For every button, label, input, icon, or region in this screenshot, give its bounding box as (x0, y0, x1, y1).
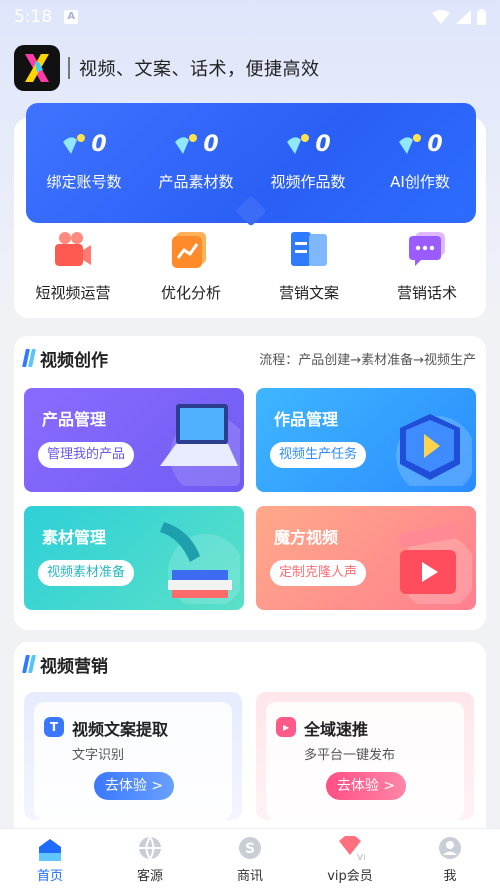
stat-value: 0 (315, 131, 331, 157)
stat-label: 产品素材数 (158, 173, 234, 191)
card-subtitle: 多平台一键发布 (304, 748, 396, 763)
dollar-icon: S (239, 837, 261, 859)
clapperboard-icon (398, 524, 472, 604)
tab-vip[interactable]: VIP vip会员 (300, 829, 400, 888)
laptop-icon (160, 404, 240, 486)
tab-business-news[interactable]: S 商讯 (200, 829, 300, 888)
section-bars-icon (22, 349, 36, 367)
quick-label: 营销话术 (396, 284, 457, 302)
tile-title: 魔方视频 (274, 528, 339, 547)
section-header: 视频营销 (14, 642, 486, 686)
quick-marketing-script[interactable]: 营销话术 (368, 228, 486, 312)
stat-product-materials[interactable]: 0 产品素材数 (140, 127, 252, 192)
stat-value: 0 (427, 131, 443, 157)
tile-pill-button[interactable]: 定制克隆人声 (270, 560, 367, 586)
slogan: 视频、文案、话术，便捷高效 (79, 59, 320, 80)
vip-diamond-icon: VIP (339, 836, 365, 861)
tile-title: 素材管理 (42, 528, 107, 547)
tab-customers[interactable]: 客源 (100, 829, 200, 888)
bottom-tab-bar: 首页 客源 S 商讯 VIP vip会员 我 (0, 828, 500, 888)
globe-icon (139, 836, 161, 860)
tile-works-management[interactable]: 作品管理 视频生产任务 (256, 388, 476, 492)
book-icon (291, 232, 327, 266)
quick-actions: 短视频运营 优化分析 营销文案 营销话术 (14, 228, 486, 312)
tab-label: 首页 (36, 869, 63, 884)
quick-marketing-copy[interactable]: 营销文案 (250, 228, 368, 312)
section-title: 视频营销 (40, 656, 108, 677)
app-logo[interactable] (14, 45, 60, 91)
gem-icon (287, 134, 310, 154)
tab-label: 我 (443, 869, 457, 884)
video-cube-icon (396, 414, 472, 486)
svg-text:S: S (245, 841, 255, 857)
video-camera-icon (55, 232, 91, 266)
home-icon (39, 839, 61, 861)
push-icon: ▸ (276, 717, 296, 737)
chart-icon (172, 232, 206, 268)
tab-label: 商讯 (236, 869, 263, 884)
tile-pill-button[interactable]: 视频素材准备 (38, 560, 135, 586)
stat-label: 绑定账号数 (46, 173, 122, 191)
card-title: 全域速推 (304, 720, 369, 739)
tile-title: 产品管理 (42, 410, 107, 429)
signal-icon (456, 10, 471, 24)
tab-label: vip会员 (327, 869, 373, 884)
stat-video-works[interactable]: 0 视频作品数 (252, 127, 364, 192)
status-time: 5:18 (14, 7, 53, 27)
quick-optimize-analysis[interactable]: 优化分析 (132, 228, 250, 312)
tile-title: 作品管理 (274, 410, 339, 429)
video-marketing-section: 视频营销 T 视频文案提取 文字识别 去体验 > ▸ 全域速推 多平台一键发布 … (14, 642, 486, 842)
tab-home[interactable]: 首页 (0, 829, 100, 888)
tile-magic-video[interactable]: 魔方视频 定制克隆人声 (256, 506, 476, 610)
tab-me[interactable]: 我 (400, 829, 500, 888)
section-bars-icon (22, 655, 36, 673)
chat-icon (409, 232, 445, 266)
quick-label: 营销文案 (278, 284, 339, 302)
notification-icon: A (64, 10, 79, 24)
tile-pill-button[interactable]: 视频生产任务 (270, 442, 367, 468)
wifi-icon (432, 10, 450, 24)
card-subtitle: 文字识别 (72, 748, 125, 763)
battery-icon (477, 9, 486, 25)
section-title: 视频创作 (40, 350, 108, 371)
text-t-icon: T (44, 717, 64, 737)
svg-text:VIP: VIP (357, 853, 365, 861)
stat-value: 0 (91, 131, 107, 157)
card-omni-push[interactable]: ▸ 全域速推 多平台一键发布 去体验 > (256, 692, 474, 820)
card-video-copy-extract[interactable]: T 视频文案提取 文字识别 去体验 > (24, 692, 242, 820)
stat-label: AI创作数 (390, 173, 450, 191)
video-creation-section: 视频创作 流程：产品创建→素材准备→视频生产 产品管理 管理我的产品 作品管理 … (14, 336, 486, 630)
section-header: 视频创作 流程：产品创建→素材准备→视频生产 (14, 336, 486, 380)
try-button[interactable]: 去体验 > (94, 772, 174, 800)
stat-label: 视频作品数 (270, 173, 346, 191)
tile-pill-button[interactable]: 管理我的产品 (38, 442, 135, 468)
gem-icon (399, 134, 422, 154)
header: 视频、文案、话术，便捷高效 (14, 44, 486, 92)
quick-short-video-ops[interactable]: 短视频运营 (14, 228, 132, 312)
workflow-hint: 流程：产品创建→素材准备→视频生产 (259, 352, 476, 368)
status-bar: 5:18 A (0, 0, 500, 34)
stat-value: 0 (203, 131, 219, 157)
stat-bound-accounts[interactable]: 0 绑定账号数 (28, 127, 140, 192)
gem-icon (63, 134, 86, 154)
quick-label: 优化分析 (160, 284, 221, 302)
quick-label: 短视频运营 (35, 284, 111, 302)
gramophone-icon (160, 522, 240, 604)
user-icon (439, 837, 461, 859)
gem-icon (175, 134, 198, 154)
tile-materials-management[interactable]: 素材管理 视频素材准备 (24, 506, 244, 610)
logo-x-icon (25, 54, 49, 82)
tab-label: 客源 (136, 869, 163, 884)
stat-ai-creations[interactable]: 0 AI创作数 (364, 127, 476, 192)
card-title: 视频文案提取 (72, 720, 169, 739)
tile-product-management[interactable]: 产品管理 管理我的产品 (24, 388, 244, 492)
header-divider (68, 57, 70, 79)
try-button[interactable]: 去体验 > (326, 772, 406, 800)
